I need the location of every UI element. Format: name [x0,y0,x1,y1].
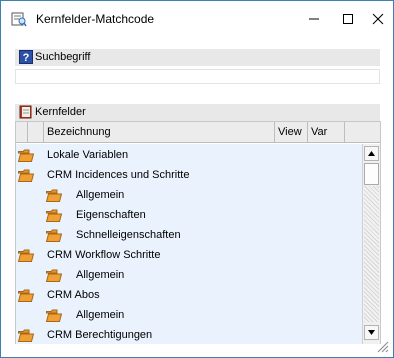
minimize-button[interactable] [297,5,331,33]
tree-row-label: Lokale Variablen [47,149,129,161]
fields-table: Bezeichnung View Var Lokale Variablen CRM… [15,121,381,344]
header-var[interactable]: Var [308,122,345,143]
tree-row[interactable]: Eigenschaften [16,205,362,225]
vertical-scrollbar[interactable] [362,144,380,344]
window-title: Kernfelder-Matchcode [36,12,155,26]
tree-row[interactable]: Allgemein [16,185,362,205]
search-section-header: ? Suchbegriff [15,49,380,66]
fields-section-label: Kernfelder [35,106,86,118]
folder-open-icon [45,189,63,202]
tree-row-label: CRM Abos [47,289,100,301]
help-icon: ? [19,50,33,64]
search-document-icon [11,12,27,27]
matchcode-window: Kernfelder-Matchcode ? Suchbegriff Kernf… [0,0,394,358]
tree-row[interactable]: Allgemein [16,265,362,285]
folder-open-icon [17,329,35,342]
tree-row-label: CRM Berechtigungen [47,329,153,341]
arrow-down-icon [368,330,375,335]
search-section-label: Suchbegriff [35,51,91,63]
table-header: Bezeichnung View Var [16,122,380,143]
tree-row[interactable]: CRM Incidences und Schritte [16,165,362,185]
title-bar[interactable]: Kernfelder-Matchcode [1,1,393,37]
folder-open-icon [45,309,63,322]
header-bezeichnung[interactable]: Bezeichnung [44,122,275,143]
tree-row[interactable]: CRM Workflow Schritte [16,245,362,265]
tree-row[interactable]: CRM Berechtigungen [16,325,362,344]
tree-row-label: CRM Incidences und Schritte [47,169,190,181]
resize-grip-icon[interactable] [373,337,389,353]
scroll-thumb[interactable] [364,163,379,185]
svg-text:?: ? [23,52,30,64]
tree-row-label: Schnelleigenschaften [76,229,181,241]
scroll-track[interactable] [364,186,379,322]
tree-row-label: Allgemein [76,189,125,201]
maximize-button[interactable] [331,5,365,33]
tree-row[interactable]: Allgemein [16,305,362,325]
table-body: Lokale Variablen CRM Incidences und Schri… [16,144,362,344]
tree-row-label: CRM Workflow Schritte [47,249,161,261]
close-icon [372,13,384,25]
search-input[interactable] [15,69,380,84]
tree-row[interactable]: Schnelleigenschaften [16,225,362,245]
tree-row[interactable]: CRM Abos [16,285,362,305]
folder-open-icon [45,229,63,242]
header-col-1[interactable] [28,122,44,143]
folder-open-icon [17,289,35,302]
book-icon [19,105,32,119]
fields-section-header: Kernfelder [15,104,380,121]
folder-open-icon [17,249,35,262]
minimize-icon [309,18,319,20]
scroll-up-button[interactable] [364,146,379,161]
header-col-0[interactable] [16,122,28,143]
folder-open-icon [17,149,35,162]
maximize-icon [343,14,353,24]
arrow-up-icon [368,151,375,156]
close-button[interactable] [361,5,394,33]
tree-row-label: Eigenschaften [76,209,146,221]
folder-open-icon [45,269,63,282]
folder-open-icon [45,209,63,222]
tree-row-label: Allgemein [76,309,125,321]
folder-open-icon [17,169,35,182]
tree-row-label: Allgemein [76,269,125,281]
header-view[interactable]: View [275,122,308,143]
tree-row[interactable]: Lokale Variablen [16,145,362,165]
